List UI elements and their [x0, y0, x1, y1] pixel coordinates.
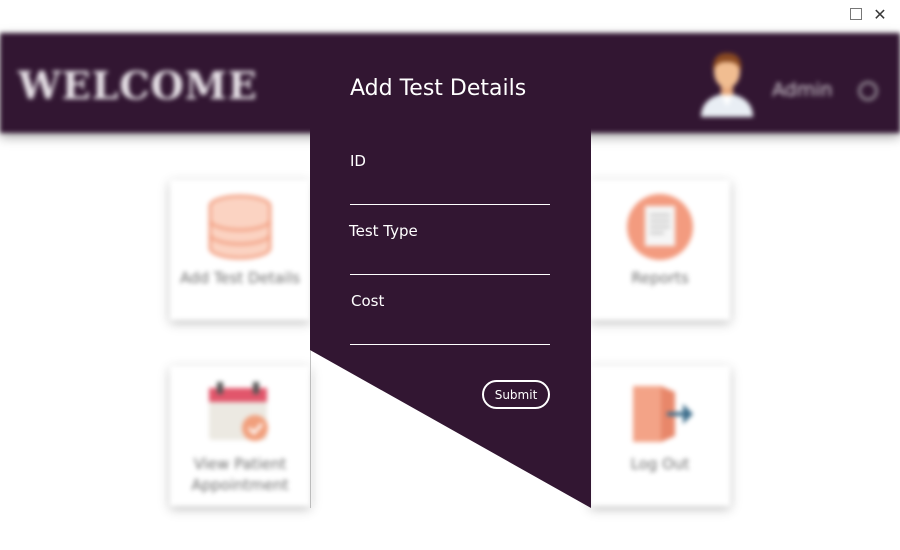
logout-icon [633, 386, 693, 442]
calendar-icon [209, 382, 268, 441]
card-label: Add Test Details [179, 269, 301, 287]
test-type-input[interactable] [350, 249, 550, 275]
card-view-patient-appointment[interactable]: View Patient Appointment [170, 366, 310, 506]
maximize-icon[interactable] [848, 6, 864, 22]
submit-button[interactable]: Submit [482, 380, 550, 409]
test-type-label: Test Type [349, 222, 418, 240]
gear-icon[interactable] [858, 81, 878, 101]
card-label: View Patient Appointment [191, 455, 289, 494]
avatar-icon [701, 53, 753, 117]
window-controls: ✕ [848, 5, 888, 24]
card-label: Reports [631, 269, 689, 287]
id-label: ID [350, 152, 366, 170]
dialog-background [310, 50, 591, 508]
admin-label: Admin [772, 79, 833, 101]
id-input[interactable] [350, 179, 550, 205]
database-icon [208, 194, 272, 260]
card-reports[interactable]: Reports [590, 180, 730, 320]
card-label: Log Out [630, 455, 690, 473]
report-icon [627, 194, 693, 260]
card-add-test-details[interactable]: Add Test Details [170, 180, 310, 320]
cost-input[interactable] [350, 319, 550, 345]
welcome-title: WELCOME [18, 63, 258, 108]
close-icon[interactable]: ✕ [872, 5, 888, 24]
card-log-out[interactable]: Log Out [590, 366, 730, 506]
cost-label: Cost [351, 292, 385, 310]
add-test-details-dialog: Add Test Details ID Test Type Cost Submi… [310, 50, 591, 508]
dialog-title: Add Test Details [350, 76, 527, 101]
